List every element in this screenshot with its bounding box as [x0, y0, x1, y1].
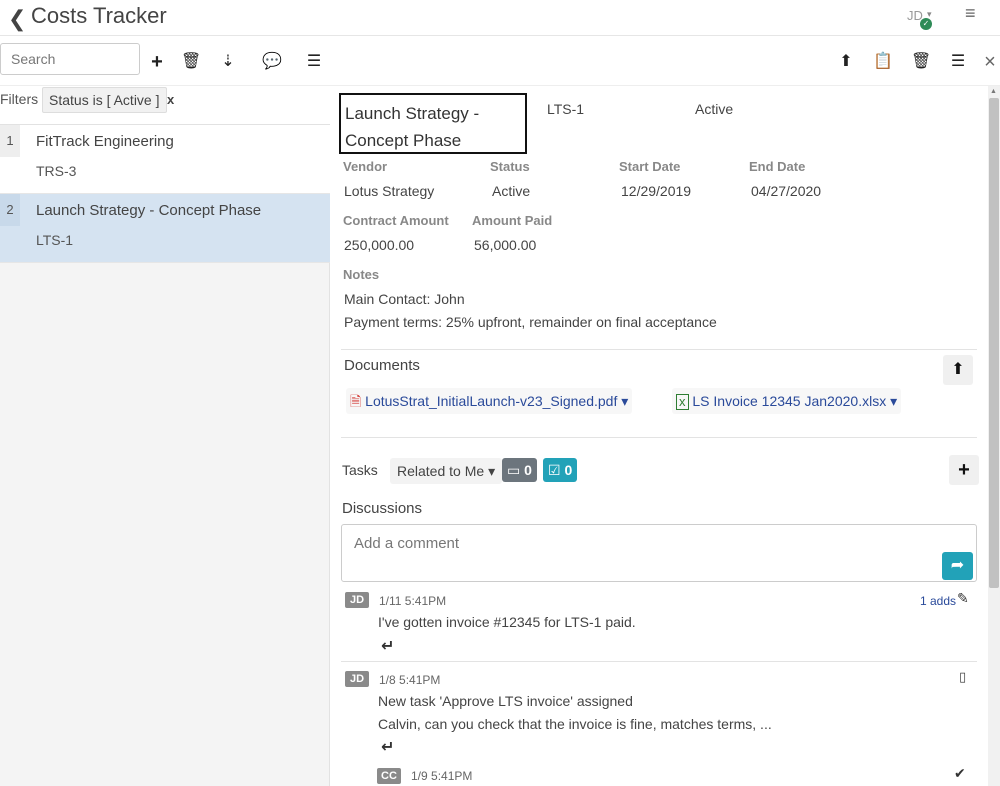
amount-paid-value[interactable]: 56,000.00	[474, 237, 536, 253]
comment-timestamp: 1/8 5:41PM	[379, 673, 441, 687]
tasks-heading: Tasks	[342, 462, 378, 478]
divider	[341, 661, 977, 662]
menu-icon[interactable]: ☰	[304, 52, 324, 72]
clipboard-icon[interactable]: ▯	[959, 669, 966, 685]
chevron-down-icon[interactable]: ▾	[890, 393, 897, 409]
search-input[interactable]	[0, 43, 140, 75]
documents-heading: Documents	[344, 357, 420, 374]
comment-text: I've gotten invoice #12345 for LTS-1 pai…	[378, 614, 636, 630]
list-item-selected[interactable]: 2 Launch Strategy - Concept Phase LTS-1	[0, 194, 330, 263]
upload-icon: ⬆	[951, 361, 965, 378]
hamburger-menu-icon[interactable]: ≡	[965, 3, 976, 24]
status-value[interactable]: Active	[492, 183, 530, 199]
reply-icon[interactable]: ↵	[381, 737, 394, 757]
vendor-value[interactable]: Lotus Strategy	[344, 183, 434, 199]
list-item-number: 1	[0, 125, 20, 157]
comment-text: Calvin, can you check that the invoice i…	[378, 716, 772, 732]
list-item-code: TRS-3	[36, 163, 77, 179]
list-item-name: Launch Strategy - Concept Phase	[36, 202, 262, 219]
check-icon: ✔	[954, 765, 966, 781]
start-date-label: Start Date	[619, 159, 681, 174]
tasks-filter-label: Related to Me	[397, 463, 485, 479]
toolbar: + 🗑 ⇣ 💬 ☰ ⬆ 📋 🗑 ☰ ×	[0, 38, 1000, 86]
add-icon[interactable]: +	[147, 52, 167, 72]
document-name: LotusStrat_InitialLaunch-v23_Signed.pdf	[365, 393, 618, 409]
scroll-up-icon[interactable]: ▲	[990, 88, 997, 95]
checkbox-icon: ☑	[548, 462, 561, 478]
delete-record-icon[interactable]: 🗑	[911, 52, 931, 72]
notes-line[interactable]: Payment terms: 25% upfront, remainder on…	[344, 314, 717, 330]
comment-placeholder: Add a comment	[354, 535, 460, 552]
spreadsheet-file-icon: x	[676, 394, 689, 410]
add-task-button[interactable]: +	[949, 455, 979, 485]
remove-filter-icon[interactable]: x	[167, 92, 174, 107]
comment-icon[interactable]: 💬	[262, 52, 282, 72]
avatar: CC	[377, 768, 401, 784]
clipboard-icon[interactable]: 📋	[873, 52, 893, 72]
pdf-file-icon: 🗎	[350, 393, 362, 409]
online-check-icon: ✓	[920, 18, 932, 30]
chevron-down-icon: ▾	[488, 463, 496, 479]
comment-text: New task 'Approve LTS invoice' assigned	[378, 693, 633, 709]
end-date-label: End Date	[749, 159, 806, 174]
record-status-header: Active	[695, 101, 734, 117]
filters-label: Filters	[0, 91, 39, 107]
document-name: LS Invoice 12345 Jan2020.xlsx	[692, 393, 887, 409]
list-item-number: 2	[0, 194, 20, 226]
document-chip[interactable]: x LS Invoice 12345 Jan2020.xlsx ▾	[672, 388, 902, 414]
send-comment-button[interactable]: ➦	[942, 552, 973, 580]
record-code: LTS-1	[547, 101, 585, 117]
sort-icon[interactable]: ⇣	[218, 52, 238, 72]
upload-document-button[interactable]: ⬆	[943, 355, 973, 385]
record-title[interactable]: Launch Strategy - Concept Phase	[339, 93, 527, 154]
done-tasks-count: 0	[564, 462, 573, 478]
chevron-down-icon[interactable]: ▾	[621, 393, 628, 409]
comment-input[interactable]: Add a comment ➦	[341, 524, 977, 582]
divider	[341, 437, 977, 438]
list-item-code: LTS-1	[36, 232, 74, 248]
comment-timestamp: 1/11 5:41PM	[379, 594, 447, 608]
amount-paid-label: Amount Paid	[472, 213, 553, 228]
app-header: ❮ Costs Tracker JD ▾ ✓ ≡	[0, 0, 1000, 36]
scroll-thumb[interactable]	[989, 98, 999, 588]
status-label: Status	[490, 159, 530, 174]
app-title: Costs Tracker	[31, 3, 167, 28]
divider	[341, 349, 977, 350]
open-tasks-count: 0	[524, 462, 532, 478]
notes-line[interactable]: Main Contact: John	[344, 291, 465, 307]
list-item[interactable]: 1 FitTrack Engineering TRS-3	[0, 125, 330, 194]
end-date-value[interactable]: 04/27/2020	[751, 183, 821, 199]
edit-icon[interactable]: ✎	[957, 590, 969, 607]
export-icon[interactable]: ⬆	[836, 52, 856, 72]
start-date-value[interactable]: 12/29/2019	[621, 183, 691, 199]
done-tasks-badge[interactable]: ☑ 0	[543, 458, 578, 482]
notes-label: Notes	[343, 267, 380, 282]
comment-timestamp: 1/9 5:41PM	[411, 769, 473, 783]
document-chip[interactable]: 🗎 LotusStrat_InitialLaunch-v23_Signed.pd…	[346, 388, 633, 414]
scrollbar[interactable]: ▲	[988, 86, 1000, 786]
record-title-line1: Launch Strategy -	[345, 104, 480, 123]
vendor-label: Vendor	[343, 159, 388, 174]
send-icon: ➦	[950, 557, 965, 574]
avatar: JD	[345, 671, 369, 687]
delete-icon[interactable]: 🗑	[181, 52, 201, 72]
record-title-line2: Concept Phase	[345, 131, 462, 150]
clipboard-icon: ▭	[507, 462, 521, 478]
contract-amount-value[interactable]: 250,000.00	[344, 237, 414, 253]
back-chevron-icon[interactable]: ❮	[8, 6, 26, 32]
tasks-filter-dropdown[interactable]: Related to Me ▾	[390, 458, 503, 484]
discussions-heading: Discussions	[342, 500, 423, 517]
close-icon[interactable]: ×	[980, 52, 1000, 72]
record-menu-icon[interactable]: ☰	[948, 52, 968, 72]
status-filter-chip[interactable]: Status is [ Active ]	[42, 87, 167, 113]
open-tasks-badge[interactable]: ▭ 0	[502, 458, 537, 482]
comment-meta-link[interactable]: 1 adds	[920, 594, 956, 608]
record-list: 1 FitTrack Engineering TRS-3 2 Launch St…	[0, 124, 330, 786]
add-icon: +	[958, 459, 970, 481]
reply-icon[interactable]: ↵	[381, 636, 394, 656]
list-item-name: FitTrack Engineering	[36, 133, 174, 150]
contract-amount-label: Contract Amount	[343, 213, 449, 228]
avatar: JD	[345, 592, 369, 608]
